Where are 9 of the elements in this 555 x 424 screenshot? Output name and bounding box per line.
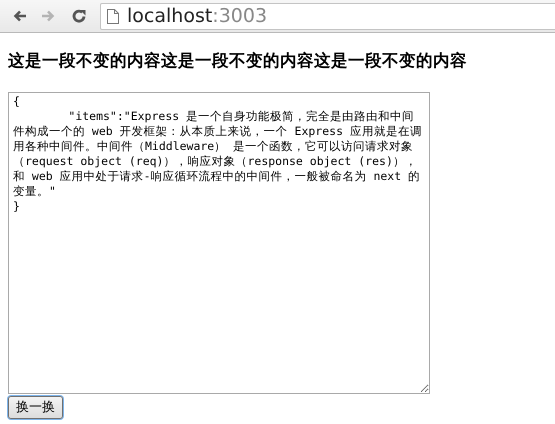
page-heading: 这是一段不变的内容这是一段不变的内容这是一段不变的内容 (8, 50, 468, 72)
address-bar[interactable]: localhost:3003 (100, 2, 555, 30)
json-text-area[interactable]: { "items":"Express 是一个自身功能极简，完全是由路由和中间件构成一个的 web 开发框架：从本质上来说，一个 Express 应用就是在调用各种中间件。中间件（Middleware） 是一个函数，它可以访问请求对象（request object (req)），响应对象（response object (res)），和 web 应用中处于请求-响应循环流程中的中间件，一般被命名为 next 的变量。" } (8, 92, 430, 394)
back-arrow-icon (11, 8, 27, 24)
url-text: localhost:3003 (127, 4, 268, 29)
swap-button[interactable]: 换一换 (8, 396, 63, 420)
forward-arrow-icon (41, 8, 57, 24)
page-icon (107, 8, 119, 24)
reload-icon (71, 8, 87, 24)
